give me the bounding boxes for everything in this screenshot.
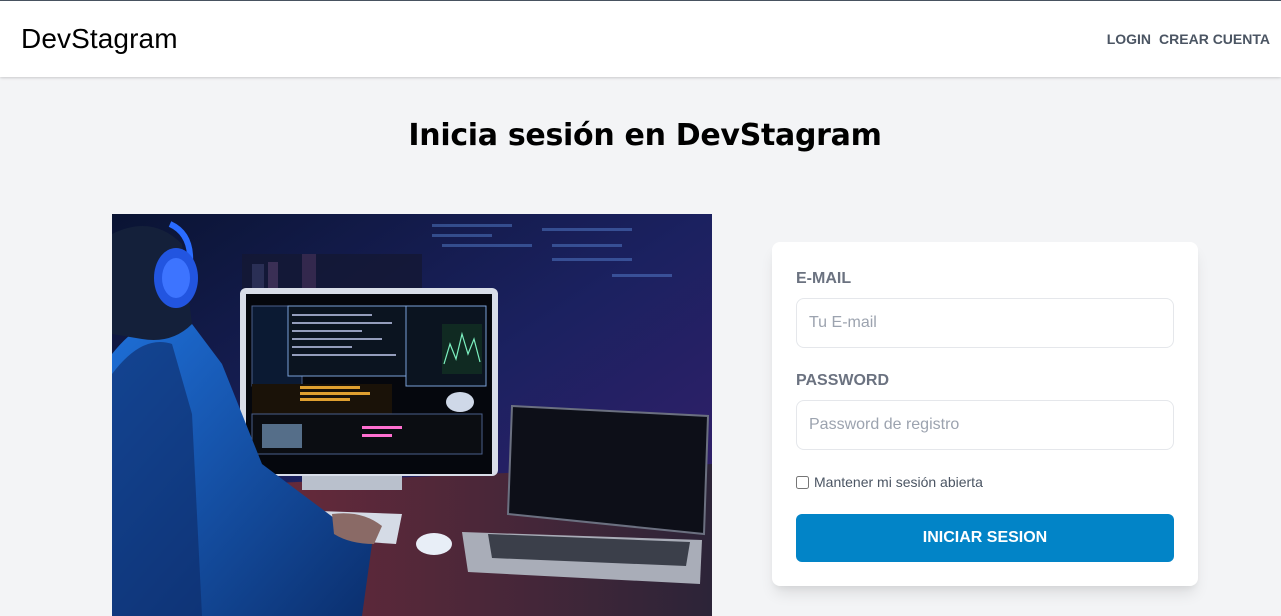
- login-submit-button[interactable]: INICIAR SESION: [796, 514, 1174, 562]
- developer-at-computer-image: [112, 214, 712, 616]
- remember-session-row: Mantener mi sesión abierta: [796, 474, 983, 490]
- email-field[interactable]: [796, 298, 1174, 348]
- password-field[interactable]: [796, 400, 1174, 450]
- remember-session-checkbox[interactable]: [796, 475, 809, 489]
- password-label: PASSWORD: [796, 372, 890, 389]
- hero-illustration: [112, 214, 712, 616]
- header-nav: LOGIN CREAR CUENTA: [1107, 31, 1270, 47]
- page-title: Inicia sesión en DevStagram: [408, 118, 882, 153]
- email-label: E-MAIL: [796, 270, 852, 287]
- login-card: E-MAIL PASSWORD Mantener mi sesión abier…: [772, 242, 1198, 586]
- nav-login-link[interactable]: LOGIN: [1107, 31, 1151, 47]
- site-header: DevStagram LOGIN CREAR CUENTA: [0, 1, 1281, 77]
- remember-session-label[interactable]: Mantener mi sesión abierta: [814, 474, 983, 490]
- nav-create-account-link[interactable]: CREAR CUENTA: [1159, 31, 1270, 47]
- brand-logo[interactable]: DevStagram: [21, 23, 178, 55]
